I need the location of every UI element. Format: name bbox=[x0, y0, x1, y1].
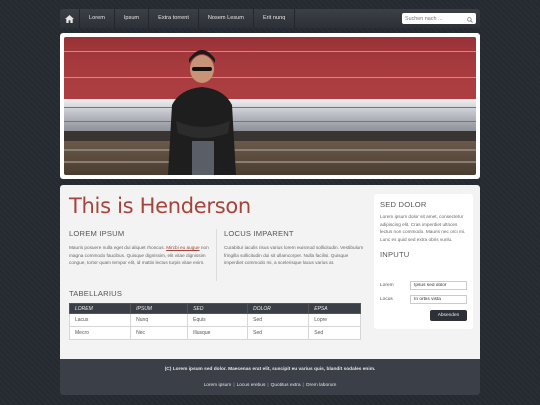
locus-input[interactable] bbox=[410, 295, 467, 304]
hero-image bbox=[64, 37, 476, 175]
section-text-locus-imparent: Curabitur iaculis risus varius lorem eui… bbox=[224, 245, 364, 266]
column-header: DOLOR bbox=[247, 303, 310, 314]
search-box bbox=[402, 13, 476, 24]
table-cell: Lacus bbox=[68, 313, 132, 327]
table-cell: Illusque bbox=[187, 326, 249, 340]
table-row: Lacus Nunq Equis Sed Lopre bbox=[68, 313, 361, 327]
sidebar-heading-sed-dolor: SED DOLOR bbox=[380, 200, 427, 209]
field-label-lorem: Lorem bbox=[380, 283, 394, 288]
home-button[interactable] bbox=[60, 9, 80, 28]
nav-item-erit-nunq[interactable]: Erit nunq bbox=[254, 9, 296, 28]
nav-item-ipsum[interactable]: Ipsum bbox=[115, 9, 150, 28]
hero-frame bbox=[60, 33, 480, 179]
sidebar: SED DOLOR Lorem ipsum dolor sit amet, co… bbox=[374, 194, 473, 329]
footer-links: Lorem ipsum | Locus erebus | Quotitus extra |… bbox=[60, 383, 480, 388]
footer-link-orem-laborum[interactable]: Orem laborum bbox=[306, 383, 337, 388]
table-cell: Sed bbox=[247, 326, 310, 340]
search-input[interactable] bbox=[405, 15, 465, 22]
table-heading: TABELLARIUS bbox=[69, 289, 123, 298]
table-cell: Sed bbox=[308, 326, 361, 340]
nav-item-lorem[interactable]: Lorem bbox=[80, 9, 115, 28]
table-cell: Nec bbox=[130, 326, 189, 340]
form-row-lorem: Lorem bbox=[380, 281, 467, 290]
lorem-input[interactable] bbox=[410, 281, 467, 290]
column-header: EPSA bbox=[308, 303, 361, 314]
page-title: This is Henderson bbox=[69, 194, 251, 218]
footer: (C) Lorem ipsum sed dolor. Maecenas erat… bbox=[60, 359, 480, 395]
home-icon bbox=[65, 14, 74, 23]
copyright-text: (C) Lorem ipsum sed dolor. Maecenas erat… bbox=[164, 367, 376, 372]
sidebar-heading-inputu: INPUTU bbox=[380, 250, 410, 259]
column-header: SED bbox=[187, 303, 249, 314]
footer-link-quotitus-extra[interactable]: Quotitus extra bbox=[271, 383, 301, 388]
table-cell: Nunq bbox=[130, 313, 189, 327]
column-header: IPSUM bbox=[130, 303, 189, 314]
table-cell: Lopre bbox=[308, 313, 361, 327]
table-cell: Sed bbox=[247, 313, 310, 327]
section-text-lorem-ipsum: Mauris posuere nulla eget dui aliquet rh… bbox=[69, 244, 209, 267]
sidebar-text: Lorem ipsum dolor sit amet, consectetur … bbox=[380, 214, 466, 242]
table-cell: Mecro bbox=[68, 326, 132, 340]
footer-link-locus-erebus[interactable]: Locus erebus bbox=[237, 383, 266, 388]
submit-button[interactable]: Absenden bbox=[430, 310, 467, 321]
section-heading-locus-imparent: LOCUS IMPARENT bbox=[224, 229, 294, 238]
inline-link[interactable]: Mircbi eu augue bbox=[166, 245, 199, 250]
text-part: Mauris posuere nulla eget dui aliquet rh… bbox=[69, 245, 167, 250]
nav-item-nosem-lesum[interactable]: Nosem Lesum bbox=[199, 9, 254, 28]
table-header-row: LOREM IPSUM SED DOLOR EPSA bbox=[68, 303, 361, 314]
column-header: LOREM bbox=[68, 303, 132, 314]
search-icon[interactable] bbox=[467, 10, 473, 28]
nav-item-extra-torrent[interactable]: Extra torrent bbox=[149, 9, 199, 28]
footer-link-lorem-ipsum[interactable]: Lorem ipsum bbox=[204, 383, 232, 388]
column-divider bbox=[216, 229, 217, 281]
table-row: Mecro Nec Illusque Sed Sed bbox=[68, 326, 361, 340]
table-cell: Equis bbox=[187, 313, 249, 327]
top-nav: Lorem Ipsum Extra torrent Nosem Lesum Er… bbox=[60, 9, 480, 28]
section-heading-lorem-ipsum: LOREM IPSUM bbox=[69, 229, 125, 238]
field-label-locus: Locus bbox=[380, 297, 393, 302]
form-row-locus: Locus bbox=[380, 295, 467, 304]
data-table: LOREM IPSUM SED DOLOR EPSA Lacus Nunq Eq… bbox=[68, 303, 361, 340]
